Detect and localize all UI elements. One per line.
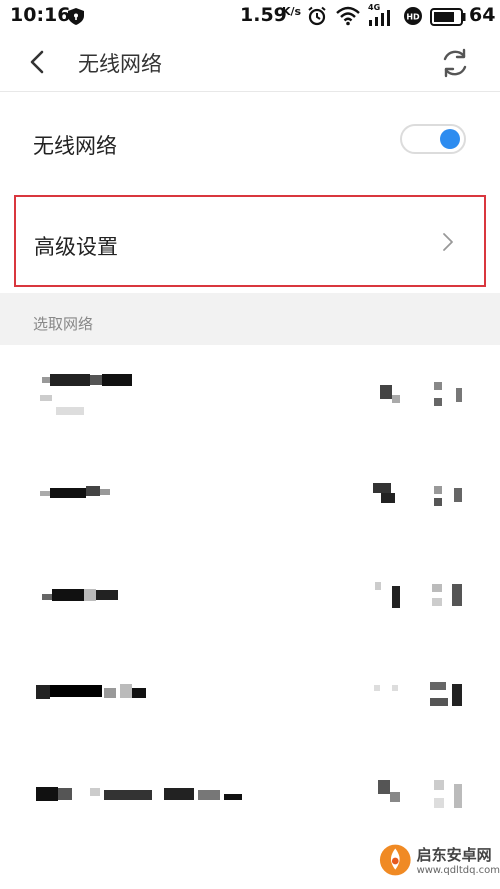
watermark-name: 启东安卓网 bbox=[416, 845, 492, 864]
watermark-url: www.qdltdq.com bbox=[416, 864, 500, 876]
watermark-logo-icon bbox=[379, 844, 411, 875]
shield-icon bbox=[68, 8, 84, 25]
alarm-icon bbox=[308, 6, 326, 26]
network-list-item[interactable] bbox=[0, 350, 500, 450]
svg-text:HD: HD bbox=[406, 13, 420, 22]
chevron-right-icon bbox=[443, 233, 453, 251]
network-speed-unit: K/s bbox=[282, 5, 302, 18]
battery-percent: 64 bbox=[469, 4, 496, 26]
wifi-toggle-row: 无线网络 bbox=[0, 92, 500, 192]
watermark-text: 启东安卓网 www.qdltdq.com bbox=[417, 844, 500, 876]
battery-icon bbox=[430, 8, 466, 26]
hd-icon: HD bbox=[404, 7, 422, 25]
network-list-item[interactable] bbox=[0, 550, 500, 650]
status-bar: 10:16 1.59 K/s 4G HD 64 bbox=[0, 0, 500, 34]
refresh-button[interactable] bbox=[438, 46, 472, 80]
page-title: 无线网络 bbox=[78, 52, 162, 76]
toggle-knob bbox=[440, 129, 460, 149]
wifi-toggle-label: 无线网络 bbox=[33, 134, 117, 158]
cell-signal-icon bbox=[369, 10, 390, 26]
advanced-settings-row[interactable]: 高级设置 bbox=[14, 195, 486, 287]
title-bar: 无线网络 bbox=[0, 34, 500, 90]
network-list-item[interactable] bbox=[0, 450, 500, 550]
status-time: 10:16 bbox=[10, 4, 71, 26]
network-list-item[interactable] bbox=[0, 650, 500, 750]
advanced-settings-label: 高级设置 bbox=[34, 235, 118, 259]
wifi-status-icon bbox=[336, 6, 360, 26]
wifi-toggle-switch[interactable] bbox=[400, 124, 466, 154]
network-section-label: 选取网络 bbox=[33, 315, 94, 333]
network-section-header: 选取网络 bbox=[0, 293, 500, 345]
watermark: 启东安卓网 www.qdltdq.com bbox=[376, 830, 500, 889]
back-button[interactable] bbox=[22, 46, 54, 78]
network-speed: 1.59 bbox=[240, 4, 287, 26]
